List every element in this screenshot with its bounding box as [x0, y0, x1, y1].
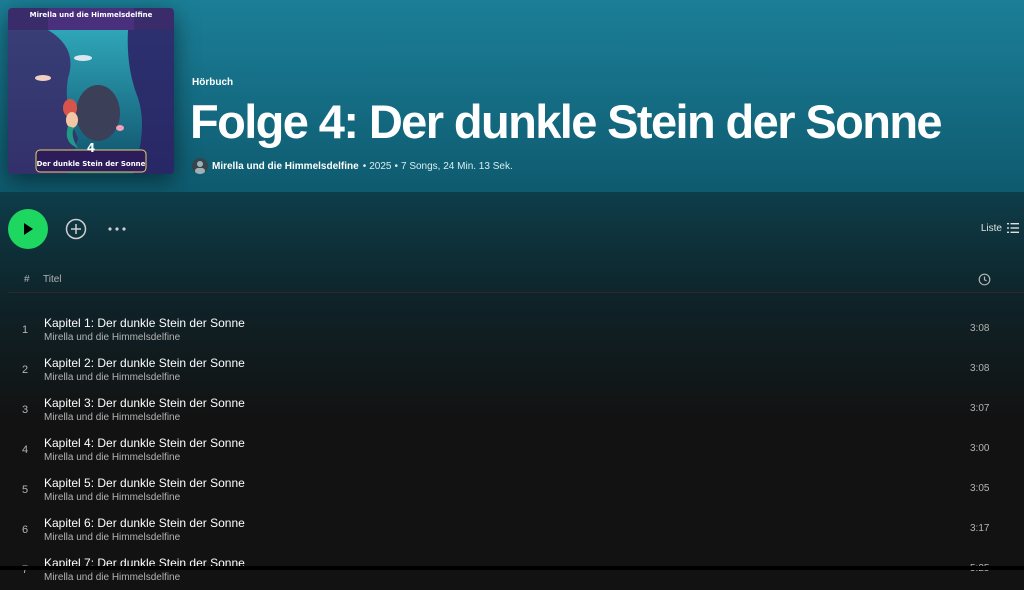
album-summary: 7 Songs, 24 Min. 13 Sek. [400, 160, 513, 172]
view-mode-toggle[interactable]: Liste [981, 222, 1019, 234]
add-to-library-button[interactable] [65, 218, 87, 240]
track-number: 4 [22, 444, 29, 456]
bottom-edge [0, 566, 1024, 570]
track-number: 6 [22, 524, 29, 536]
track-number: 2 [22, 364, 29, 376]
clock-icon [978, 273, 991, 289]
cover-series-text: Mirella und die Himmelsdelfine [30, 11, 153, 19]
artist-link[interactable]: Mirella und die Himmelsdelfine [212, 161, 359, 172]
track-title[interactable]: Kapitel 4: Der dunkle Stein der Sonne [44, 436, 245, 450]
more-icon [108, 227, 126, 231]
track-artist[interactable]: Mirella und die Himmelsdelfine [44, 332, 180, 343]
album-meta: Mirella und die Himmelsdelfine • 2025 • … [192, 157, 513, 175]
track-row[interactable]: 2 Kapitel 2: Der dunkle Stein der Sonne … [8, 350, 1024, 390]
meta-separator: • [362, 160, 367, 172]
album-cover[interactable]: Mirella und die Himmelsdelfine 4 Der dun… [8, 8, 174, 174]
track-duration: 3:08 [970, 363, 990, 374]
meta-separator: • [394, 160, 398, 172]
release-year: 2025 [369, 160, 392, 172]
track-duration: 3:07 [970, 403, 990, 414]
track-row[interactable]: 3 Kapitel 3: Der dunkle Stein der Sonne … [8, 390, 1024, 430]
track-row[interactable]: 6 Kapitel 6: Der dunkle Stein der Sonne … [8, 510, 1024, 550]
track-artist[interactable]: Mirella und die Himmelsdelfine [44, 492, 180, 503]
tracklist-header: # Titel [8, 270, 1024, 293]
track-number: 5 [22, 484, 29, 496]
track-row[interactable]: 5 Kapitel 5: Der dunkle Stein der Sonne … [8, 470, 1024, 510]
cover-subtitle-text: Der dunkle Stein der Sonne [37, 160, 146, 168]
plus-circle-icon [65, 218, 87, 240]
album-header: Mirella und die Himmelsdelfine 4 Der dun… [0, 0, 1024, 192]
more-options-button[interactable] [106, 222, 128, 236]
play-icon [24, 223, 33, 235]
track-duration: 3:08 [970, 323, 990, 334]
track-artist[interactable]: Mirella und die Himmelsdelfine [44, 412, 180, 423]
track-artist[interactable]: Mirella und die Himmelsdelfine [44, 572, 180, 583]
track-duration: 3:00 [970, 443, 990, 454]
artist-avatar[interactable] [192, 158, 208, 174]
track-title[interactable]: Kapitel 3: Der dunkle Stein der Sonne [44, 396, 245, 410]
view-mode-label: Liste [980, 222, 1002, 234]
track-duration: 3:05 [970, 483, 990, 494]
track-number: 3 [22, 404, 29, 416]
cover-number-text: 4 [87, 141, 95, 155]
column-number: # [24, 274, 30, 285]
track-title[interactable]: Kapitel 1: Der dunkle Stein der Sonne [44, 316, 245, 330]
album-type: Hörbuch [192, 77, 234, 88]
album-cover-art: Mirella und die Himmelsdelfine 4 Der dun… [8, 8, 174, 174]
play-button[interactable] [8, 209, 48, 249]
track-title[interactable]: Kapitel 2: Der dunkle Stein der Sonne [44, 356, 245, 370]
track-artist[interactable]: Mirella und die Himmelsdelfine [44, 532, 180, 543]
track-artist[interactable]: Mirella und die Himmelsdelfine [44, 372, 180, 383]
track-row[interactable]: 4 Kapitel 4: Der dunkle Stein der Sonne … [8, 430, 1024, 470]
track-duration: 3:17 [970, 523, 990, 534]
track-row[interactable]: 1 Kapitel 1: Der dunkle Stein der Sonne … [8, 310, 1024, 350]
track-title[interactable]: Kapitel 5: Der dunkle Stein der Sonne [44, 476, 245, 490]
track-row[interactable]: 7 Kapitel 7: Der dunkle Stein der Sonne … [8, 550, 1024, 590]
track-artist[interactable]: Mirella und die Himmelsdelfine [44, 452, 180, 463]
column-title[interactable]: Titel [43, 274, 62, 285]
track-number: 1 [22, 324, 29, 336]
list-icon [1007, 223, 1019, 233]
album-title: Folge 4: Der dunkle Stein der Sonne [190, 95, 943, 148]
track-title[interactable]: Kapitel 6: Der dunkle Stein der Sonne [44, 516, 245, 530]
